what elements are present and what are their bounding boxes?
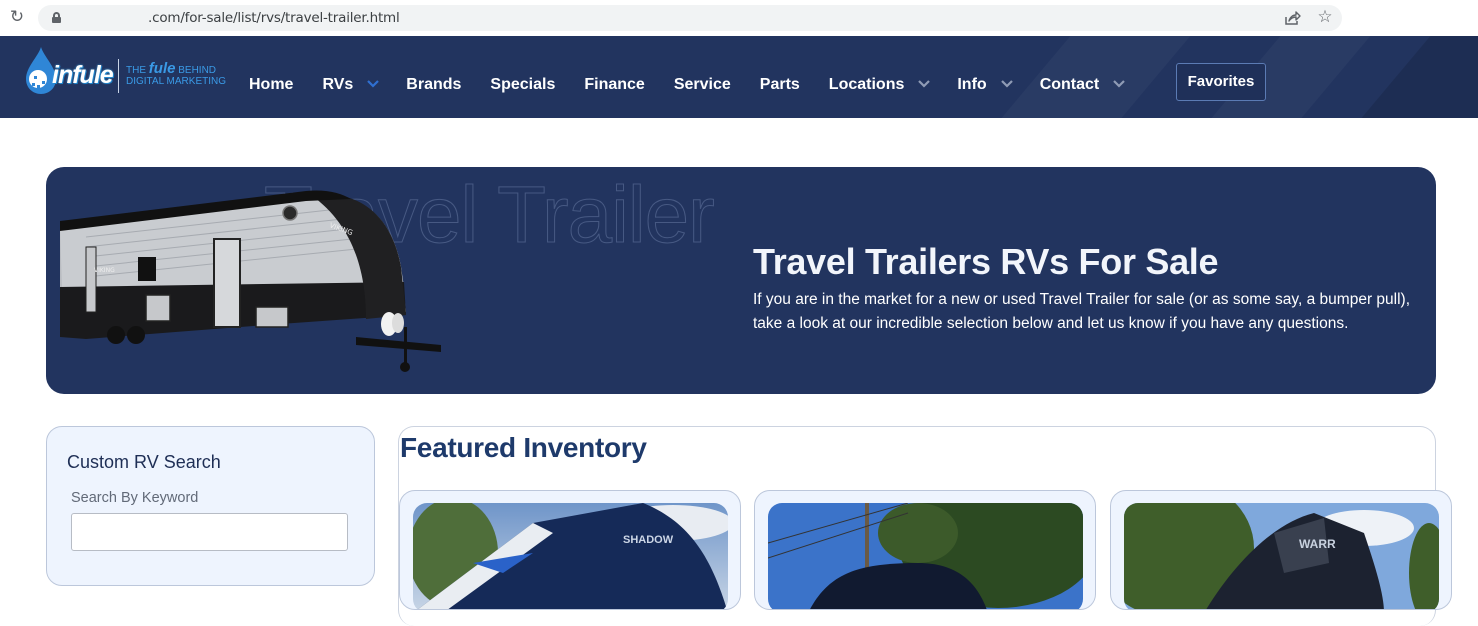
- url-text[interactable]: .com/for-sale/list/rvs/travel-trailer.ht…: [148, 10, 400, 26]
- nav-rvs[interactable]: RVs: [322, 76, 380, 94]
- nav-finance[interactable]: Finance: [584, 76, 644, 94]
- rv-photo-2[interactable]: [768, 503, 1083, 609]
- hero-title: Travel Trailers RVs For Sale: [753, 241, 1219, 282]
- svg-text:WARR: WARR: [1299, 537, 1336, 551]
- nav-label: Specials: [490, 76, 556, 93]
- nav-label: Finance: [584, 76, 645, 93]
- keyword-label: Search By Keyword: [71, 490, 199, 506]
- nav-specials[interactable]: Specials: [490, 76, 555, 94]
- keyword-search-input[interactable]: [71, 513, 348, 551]
- reload-icon[interactable]: ↻: [8, 8, 26, 26]
- nav-label: Locations: [828, 76, 905, 93]
- nav-label: Service: [673, 76, 731, 93]
- inventory-card[interactable]: SHADOW: [399, 490, 741, 610]
- tagline-brand: fule: [148, 60, 176, 77]
- main-nav: Home RVs Brands Specials Finance Service…: [249, 74, 1152, 96]
- nav-label: Contact: [1039, 76, 1100, 93]
- inventory-card[interactable]: [754, 490, 1096, 610]
- address-bar[interactable]: .com/for-sale/list/rvs/travel-trailer.ht…: [38, 5, 1342, 31]
- nav-home[interactable]: Home: [249, 76, 293, 94]
- site-header: infule THE fule BEHIND DIGITAL MARKETING…: [0, 36, 1478, 118]
- nav-contact[interactable]: Contact: [1039, 76, 1126, 94]
- rv-photo-3[interactable]: WARR: [1124, 503, 1439, 609]
- nav-parts[interactable]: Parts: [760, 76, 800, 94]
- nav-locations[interactable]: Locations: [828, 76, 931, 94]
- hero-description: If you are in the market for a new or us…: [753, 291, 1411, 332]
- nav-label: Brands: [406, 76, 462, 93]
- logo-tagline: THE fule BEHIND DIGITAL MARKETING: [126, 60, 227, 87]
- rv-photo-1[interactable]: SHADOW: [413, 503, 728, 609]
- svg-text:SHADOW: SHADOW: [623, 534, 674, 546]
- chevron-down-icon[interactable]: [367, 80, 380, 90]
- star-icon[interactable]: ☆: [1316, 7, 1334, 27]
- site-logo[interactable]: infule THE fule BEHIND DIGITAL MARKETING: [22, 47, 226, 99]
- hero-banner: Travel Trailer VIKING VIKING Travel Trai…: [46, 167, 1436, 394]
- tagline-prefix: THE: [126, 65, 146, 76]
- nav-label: Parts: [759, 76, 800, 93]
- travel-trailer-image: VIKING VIKING: [60, 190, 441, 372]
- chevron-down-icon[interactable]: [1113, 80, 1126, 90]
- search-panel-title: Custom RV Search: [67, 452, 221, 472]
- tagline-suffix: BEHIND: [178, 65, 217, 76]
- nav-service[interactable]: Service: [674, 76, 731, 94]
- nav-brands[interactable]: Brands: [406, 76, 461, 94]
- nav-label: RVs: [322, 76, 354, 93]
- svg-text:VIKING: VIKING: [94, 267, 115, 274]
- nav-label: Home: [249, 76, 294, 93]
- logo-wordmark: infule: [52, 61, 114, 89]
- inventory-card[interactable]: WARR: [1110, 490, 1452, 610]
- browser-toolbar: ↻ .com/for-sale/list/rvs/travel-trailer.…: [0, 0, 1478, 36]
- custom-rv-search-panel: Custom RV Search Search By Keyword: [46, 426, 375, 586]
- featured-inventory-title: Featured Inventory: [400, 432, 647, 463]
- nav-label: Info: [957, 76, 987, 93]
- favorites-button[interactable]: Favorites: [1176, 63, 1266, 101]
- chevron-down-icon[interactable]: [1000, 80, 1013, 90]
- nav-info[interactable]: Info: [957, 76, 1013, 94]
- logo-divider: [118, 59, 119, 93]
- tagline-line2: DIGITAL MARKETING: [126, 76, 227, 87]
- lock-icon[interactable]: [52, 12, 61, 23]
- chevron-down-icon[interactable]: [918, 80, 931, 90]
- share-icon[interactable]: [1283, 9, 1301, 27]
